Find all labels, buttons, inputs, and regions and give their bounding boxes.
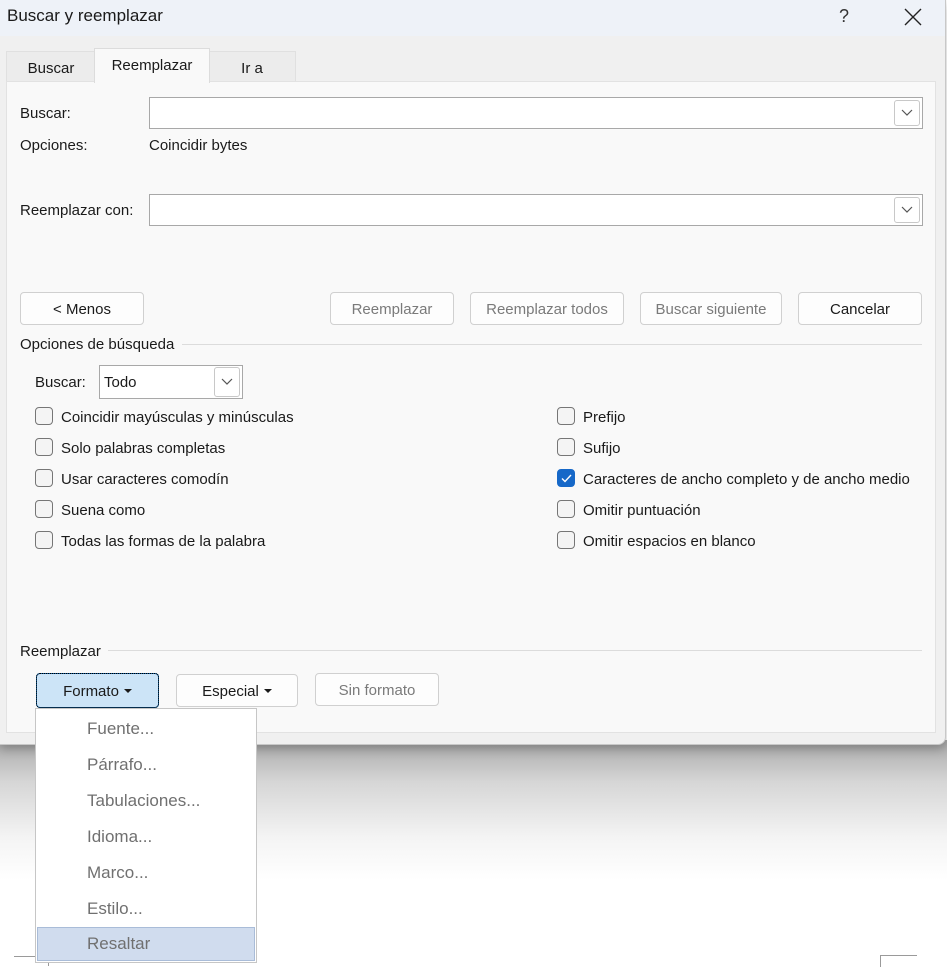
find-dropdown-button[interactable] [894,100,920,126]
help-button[interactable]: ? [830,2,858,30]
wildcards-label: Usar caracteres comodín [61,471,229,488]
cancel-button[interactable]: Cancelar [798,292,922,325]
ignore-whitespace-checkbox[interactable] [557,531,575,549]
width-chars-checkbox[interactable] [557,469,575,487]
replace-label: Reemplazar con: [20,202,134,219]
caret-down-icon [263,688,272,693]
replace-group-divider [108,650,922,651]
chevron-down-icon [901,109,913,116]
wildcards-checkbox[interactable] [35,469,53,487]
search-options-divider [182,344,922,345]
chevron-down-icon [221,378,233,385]
tab-label: Ir a [241,60,263,77]
options-label: Opciones: [20,137,88,154]
menu-item-label: Idioma... [87,827,153,846]
format-menu: Fuente... Párrafo... Tabulaciones... Idi… [35,708,257,963]
find-label: Buscar: [20,105,71,122]
suffix-label: Sufijo [583,440,621,457]
match-case-checkbox[interactable] [35,407,53,425]
all-word-forms-checkbox[interactable] [35,531,53,549]
search-direction-dropdown-button[interactable] [214,367,240,397]
dialog-title: Buscar y reemplazar [7,6,163,25]
checkmark-icon [561,474,572,483]
whole-words-checkbox[interactable] [35,438,53,456]
find-next-button-label: Buscar siguiente [655,301,767,318]
sounds-like-checkbox[interactable] [35,500,53,518]
menu-item-frame[interactable]: Marco... [37,856,255,890]
tab-reemplazar[interactable]: Reemplazar [94,48,210,83]
search-options-heading: Opciones de búsqueda [20,336,175,353]
menu-item-label: Estilo... [87,899,143,918]
replace-button-label: Reemplazar [351,301,433,318]
menu-item-label: Tabulaciones... [87,791,201,810]
replace-combo[interactable] [149,194,923,226]
find-input[interactable] [154,102,893,126]
ignore-punctuation-checkbox[interactable] [557,500,575,518]
menu-item-label: Párrafo... [87,755,157,774]
search-direction-select[interactable]: Todo [99,365,243,399]
find-replace-dialog: Buscar y reemplazar ? Buscar Reemplazar … [0,0,946,745]
tab-panel-reemplazar [6,81,936,733]
format-button-label: Formato [63,683,119,700]
replace-input[interactable] [154,199,893,223]
find-combo[interactable] [149,97,923,129]
match-case-label: Coincidir mayúsculas y minúsculas [61,409,294,426]
cancel-button-label: Cancelar [829,301,891,318]
find-next-button[interactable]: Buscar siguiente [640,292,782,325]
menu-item-paragraph[interactable]: Párrafo... [37,748,255,782]
chevron-down-icon [901,206,913,213]
page-corner-mark-right [880,955,917,967]
replace-button[interactable]: Reemplazar [330,292,454,325]
menu-item-style[interactable]: Estilo... [37,892,255,926]
options-value: Coincidir bytes [149,137,248,154]
replace-dropdown-button[interactable] [894,197,920,223]
sounds-like-label: Suena como [61,502,146,519]
all-word-forms-label: Todas las formas de la palabra [61,533,266,550]
prefix-checkbox[interactable] [557,407,575,425]
format-button[interactable]: Formato [36,673,159,708]
tab-label: Reemplazar [111,57,193,74]
menu-item-language[interactable]: Idioma... [37,820,255,854]
menu-item-label: Marco... [87,863,149,882]
tab-label: Buscar [27,60,75,77]
menu-item-label: Resaltar [87,934,151,953]
special-button-label: Especial [202,683,259,700]
title-bar: Buscar y reemplazar ? [0,0,945,36]
tab-ir-a[interactable]: Ir a [208,51,296,82]
suffix-checkbox[interactable] [557,438,575,456]
menu-item-font[interactable]: Fuente... [37,712,255,746]
no-format-button-label: Sin formato [338,682,416,699]
search-direction-label: Buscar: [35,374,86,391]
caret-down-icon [123,688,132,693]
special-button[interactable]: Especial [176,674,298,707]
replace-all-button-label: Reemplazar todos [486,301,608,318]
prefix-label: Prefijo [583,409,626,426]
replace-group-heading: Reemplazar [20,643,101,660]
search-direction-value: Todo [104,374,137,391]
replace-all-button[interactable]: Reemplazar todos [470,292,624,325]
less-button-label: < Menos [53,301,111,318]
close-icon [904,8,922,26]
less-button[interactable]: < Menos [20,292,144,325]
tab-buscar[interactable]: Buscar [6,51,96,82]
close-button[interactable] [897,2,929,30]
whole-words-label: Solo palabras completas [61,440,226,457]
ignore-whitespace-label: Omitir espacios en blanco [583,533,756,550]
menu-item-tabs[interactable]: Tabulaciones... [37,784,255,818]
width-chars-label: Caracteres de ancho completo y de ancho … [583,471,910,488]
ignore-punctuation-label: Omitir puntuación [583,502,701,519]
menu-item-highlight[interactable]: Resaltar [37,927,255,961]
menu-item-label: Fuente... [87,719,155,738]
no-format-button[interactable]: Sin formato [315,673,439,706]
